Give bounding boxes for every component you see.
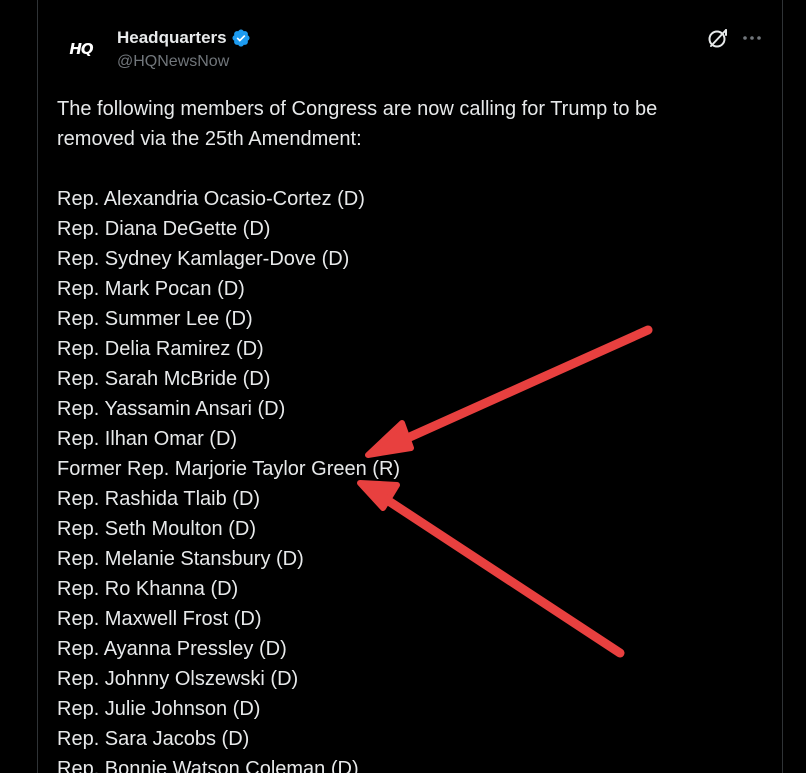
member-line: Rep. Bonnie Watson Coleman (D) <box>57 758 359 773</box>
member-line: Rep. Melanie Stansbury (D) <box>57 548 304 570</box>
member-line: Rep. Diana DeGette (D) <box>57 218 271 240</box>
intro-line: The following members of Congress are no… <box>57 98 658 120</box>
member-line: Rep. Ayanna Pressley (D) <box>57 638 287 660</box>
avatar[interactable]: HQ <box>57 25 105 73</box>
member-line: Rep. Julie Johnson (D) <box>57 698 261 720</box>
member-line: Rep. Delia Ramirez (D) <box>57 338 264 360</box>
timeline-left-border <box>37 0 38 773</box>
member-line: Rep. Ilhan Omar (D) <box>57 428 238 450</box>
member-line: Rep. Rashida Tlaib (D) <box>57 488 261 510</box>
member-line-highlighted: Former Rep. Marjorie Taylor Green (R) <box>57 458 401 480</box>
verified-badge-icon[interactable] <box>231 28 251 48</box>
member-line: Rep. Sara Jacobs (D) <box>57 728 250 750</box>
tweet-page: HQ Headquarters @HQNewsNow The following… <box>0 0 806 773</box>
member-line: Rep. Maxwell Frost (D) <box>57 608 262 630</box>
grok-icon[interactable] <box>706 26 730 50</box>
handle[interactable]: @HQNewsNow <box>117 52 229 72</box>
member-line: Rep. Mark Pocan (D) <box>57 278 245 300</box>
author-name-row: Headquarters <box>117 27 251 49</box>
member-line: Rep. Yassamin Ansari (D) <box>57 398 286 420</box>
member-line: Rep. Summer Lee (D) <box>57 308 253 330</box>
member-line: Rep. Johnny Olszewski (D) <box>57 668 299 690</box>
avatar-logo: HQ <box>69 40 93 58</box>
member-line: Rep. Sarah McBride (D) <box>57 368 271 390</box>
member-line: Rep. Sydney Kamlager-Dove (D) <box>57 248 350 270</box>
member-line: Rep. Alexandria Ocasio-Cortez (D) <box>57 188 365 210</box>
tweet-text: The following members of Congress are no… <box>57 94 757 773</box>
intro-line: removed via the 25th Amendment: <box>57 128 362 150</box>
more-icon[interactable] <box>740 26 764 50</box>
timeline-right-border <box>782 0 783 773</box>
member-line: Rep. Seth Moulton (D) <box>57 518 256 540</box>
display-name[interactable]: Headquarters <box>117 27 227 49</box>
member-line: Rep. Ro Khanna (D) <box>57 578 239 600</box>
